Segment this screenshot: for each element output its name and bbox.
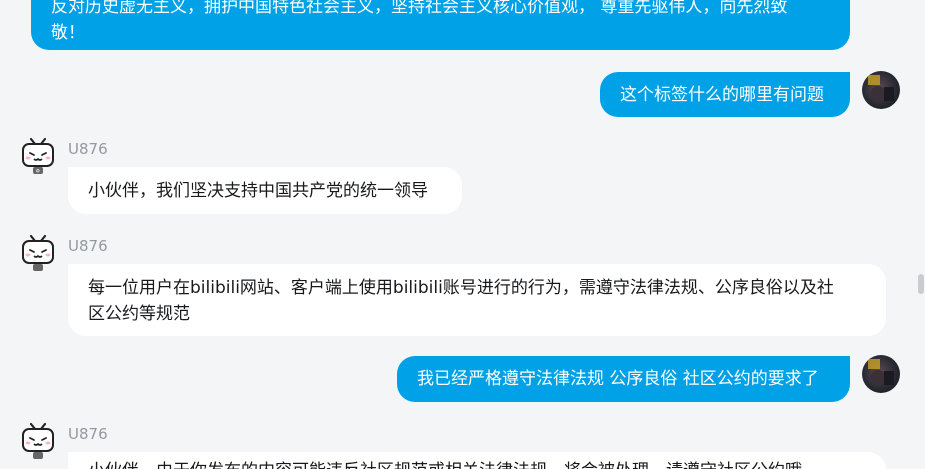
message-text: 小伙伴，我们坚决支持中国共产党的统一领导 — [88, 181, 428, 201]
message-bubble-incoming: 小伙伴，我们坚决支持中国共产党的统一领导 — [68, 167, 462, 214]
message-text: 这个标签什么的哪里有问题 — [620, 85, 824, 105]
message-bubble-incoming: 每一位用户在bilibili网站、客户端上使用bilibili账号进行的行为，需… — [68, 264, 886, 336]
bilibili-tv-mascot-icon: ⚙ — [22, 137, 54, 175]
user-avatar-photo — [868, 359, 894, 385]
message-bubble-outgoing: 反对历史虚无主义，拥护中国特色社会主义，坚持社会主义核心价值观， 尊重先驱伟人，… — [31, 0, 850, 50]
message-text: 我已经严格遵守法律法规 公序良俗 社区公约的要求了 — [417, 369, 819, 389]
message-text-line: 区公约等规范 — [88, 304, 190, 324]
svg-text:⚙: ⚙ — [36, 169, 41, 175]
message-text-line: 反对历史虚无主义，拥护中国特色社会主义，坚持社会主义核心价值观， 尊重先驱伟人，… — [51, 0, 788, 17]
message-bubble-outgoing: 我已经严格遵守法律法规 公序良俗 社区公约的要求了 — [397, 356, 850, 402]
user-avatar[interactable] — [862, 71, 900, 109]
sender-name: U876 — [68, 425, 108, 443]
message-text: 小伙伴，由于你发布的内容可能违反社区规范或相关法律法规，将会被处理，请遵守社区公… — [88, 458, 866, 469]
scrollbar-track[interactable] — [915, 0, 925, 469]
user-avatar[interactable] — [862, 355, 900, 393]
bilibili-tv-mascot-icon — [22, 234, 54, 271]
bilibili-tv-mascot-icon — [22, 422, 54, 459]
bot-avatar[interactable]: ⚙ — [20, 137, 56, 175]
user-avatar-photo — [868, 75, 894, 101]
message-bubble-outgoing: 这个标签什么的哪里有问题 — [600, 72, 850, 117]
message-text-line: 每一位用户在bilibili网站、客户端上使用bilibili账号进行的行为，需… — [88, 278, 834, 298]
chat-message-list[interactable]: 反对历史虚无主义，拥护中国特色社会主义，坚持社会主义核心价值观， 尊重先驱伟人，… — [0, 0, 915, 469]
scrollbar-thumb[interactable] — [918, 274, 924, 294]
message-bubble-incoming: 小伙伴，由于你发布的内容可能违反社区规范或相关法律法规，将会被处理，请遵守社区公… — [68, 452, 886, 469]
sender-name: U876 — [68, 237, 108, 255]
bot-avatar[interactable] — [20, 234, 56, 272]
message-text-line: 敬！ — [51, 23, 85, 43]
sender-name: U876 — [68, 140, 108, 158]
bot-avatar[interactable] — [20, 422, 56, 460]
